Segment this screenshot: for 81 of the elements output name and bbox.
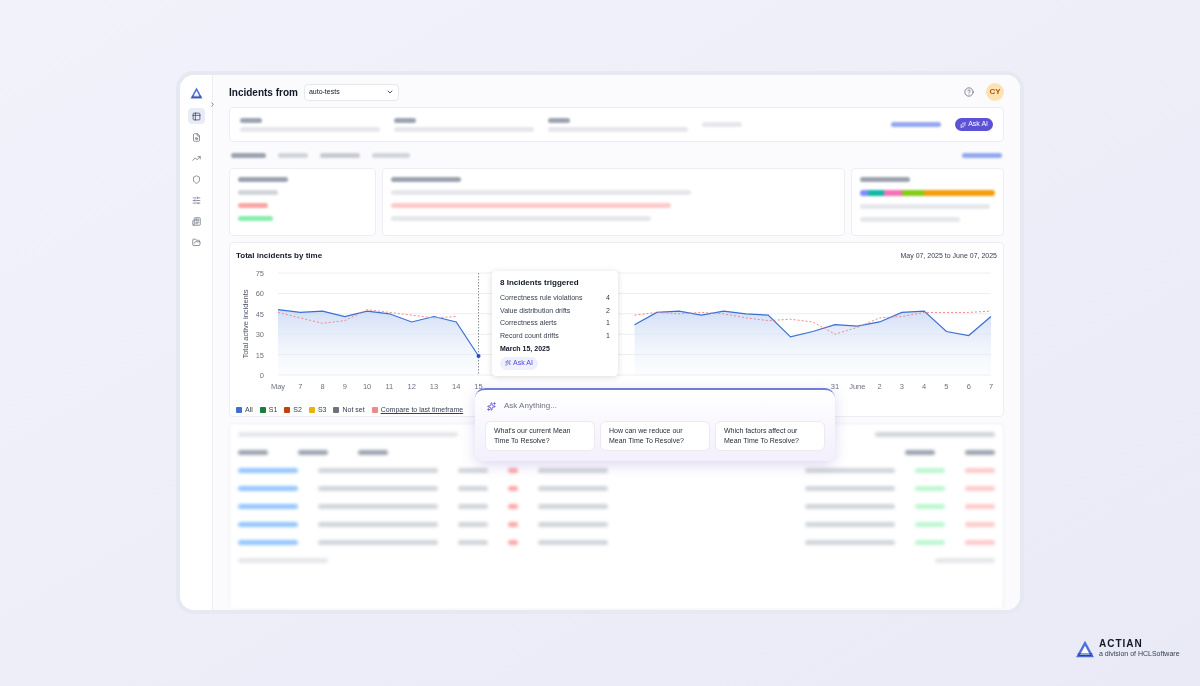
- blurred-text: [538, 540, 608, 545]
- legend-swatch[interactable]: [259, 407, 266, 414]
- blurred-text: [238, 540, 298, 545]
- blurred-text: [508, 468, 518, 473]
- chart-icon: [191, 153, 201, 163]
- blurred-text: [508, 504, 518, 509]
- blurred-text: [935, 558, 995, 563]
- blurred-text: [238, 450, 268, 455]
- blurred-text: [548, 117, 570, 123]
- legend-swatch[interactable]: [371, 407, 378, 414]
- chevron-down-icon: [385, 88, 394, 96]
- blurred-text: [458, 504, 488, 509]
- blurred-text: [965, 486, 995, 491]
- blurred-text: [508, 522, 518, 527]
- folder-icon: [191, 237, 201, 247]
- blurred-text: [860, 177, 910, 182]
- blurred-text: [915, 540, 945, 545]
- blurred-text: [965, 450, 995, 455]
- report-icon: [191, 216, 201, 226]
- blurred-text: [508, 540, 518, 545]
- blurred-text: [965, 522, 995, 527]
- legend-swatch[interactable]: [333, 407, 340, 414]
- blurred-text: [538, 486, 608, 491]
- blurred-text: [891, 122, 942, 127]
- blurred-text: [458, 486, 488, 491]
- blurred-text: [458, 468, 488, 473]
- blurred-text: [238, 216, 273, 221]
- shield-icon: [191, 174, 201, 184]
- chart-title: Total incidents by time: [236, 250, 323, 262]
- blurred-text: [702, 122, 742, 127]
- blurred-text: [278, 152, 308, 158]
- page-title: Incidents from: [229, 85, 298, 100]
- ask-input[interactable]: Ask Anything...: [504, 400, 825, 412]
- blurred-text: [905, 450, 935, 455]
- legend-swatch[interactable]: [308, 407, 315, 414]
- sparkle-icon: [487, 401, 496, 411]
- blurred-text: [240, 117, 262, 123]
- user-avatar[interactable]: CY: [986, 83, 1004, 101]
- blurred-text: [962, 152, 1002, 158]
- blurred-text: [238, 203, 268, 208]
- blurred-text: [458, 522, 488, 527]
- blurred-text: [965, 468, 995, 473]
- blurred-text: [298, 450, 328, 455]
- sidebar-item[interactable]: [187, 108, 205, 124]
- blurred-text: [965, 504, 995, 509]
- logo-icon: [1075, 639, 1095, 658]
- blurred-text: [458, 540, 488, 545]
- brand-name: ACTIAN: [1099, 638, 1144, 649]
- blurred-text: [915, 504, 945, 509]
- sliders-icon: [191, 195, 201, 205]
- blurred-text: [538, 522, 608, 527]
- expand-icon[interactable]: [209, 101, 216, 108]
- legend-swatch[interactable]: [284, 407, 291, 414]
- blurred-text: [231, 152, 266, 158]
- hover-point: [476, 353, 481, 358]
- blurred-text: [394, 117, 416, 123]
- help-icon[interactable]: [964, 87, 974, 97]
- sparkle-icon: [960, 121, 967, 128]
- blurred-text: [915, 468, 945, 473]
- blurred-text: [238, 486, 298, 491]
- file-search-icon: [191, 132, 201, 142]
- blurred-text: [538, 468, 608, 473]
- blurred-text: [391, 177, 461, 182]
- blurred-text: [915, 486, 945, 491]
- table-icon: [191, 111, 201, 121]
- blurred-text: [372, 152, 410, 158]
- blurred-text: [508, 486, 518, 491]
- legend-swatch[interactable]: [236, 407, 242, 414]
- blurred-text: [538, 504, 608, 509]
- blurred-text: [238, 504, 298, 509]
- blurred-text: [358, 450, 388, 455]
- logo-icon: [189, 87, 203, 99]
- blurred-text: [965, 540, 995, 545]
- blurred-text: [238, 522, 298, 527]
- blurred-text: [238, 177, 288, 182]
- tooltip-title: 8 Incidents triggered: [500, 277, 580, 289]
- blurred-text: [320, 152, 360, 158]
- blurred-text: [915, 522, 945, 527]
- blurred-text: [238, 468, 298, 473]
- blurred-text: [238, 190, 278, 195]
- wand-icon: [505, 360, 511, 366]
